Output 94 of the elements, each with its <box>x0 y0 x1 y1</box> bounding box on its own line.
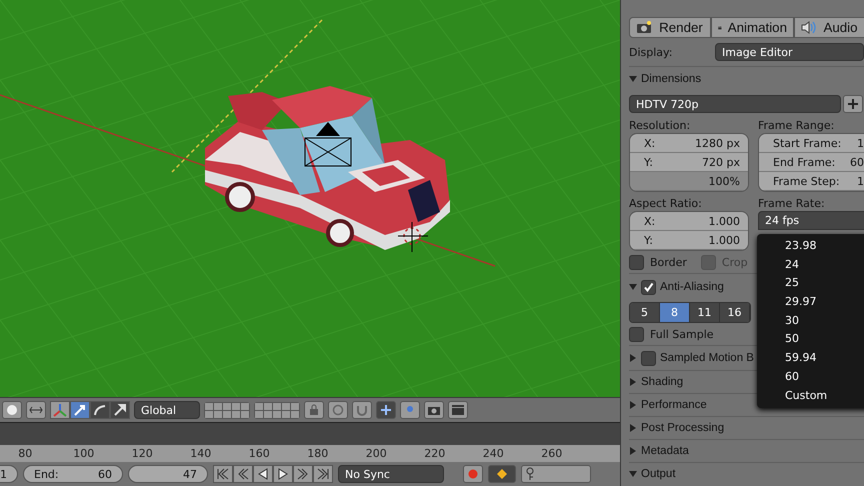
menu-item[interactable]: 25 <box>757 274 864 294</box>
frame-number: 240 <box>482 447 505 460</box>
menu-item[interactable]: Custom <box>757 386 864 406</box>
frame-number: 160 <box>248 447 271 460</box>
checkbox[interactable] <box>629 326 644 342</box>
resolution-fields[interactable]: X: 1280 px Y: 720 px 100% <box>629 133 749 192</box>
orientation-dropdown[interactable]: Global <box>134 401 200 419</box>
camera-drawing <box>304 122 352 166</box>
layer-grid[interactable] <box>254 402 300 418</box>
menu-item[interactable]: 29.97 <box>757 293 864 312</box>
arrow-icon <box>72 402 88 418</box>
arc-icon <box>92 402 108 418</box>
expanded-triangle-icon[interactable] <box>629 75 637 83</box>
previous-keyframe-icon[interactable] <box>233 465 253 483</box>
animation-button[interactable]: Animation <box>711 17 794 38</box>
sample-count-button[interactable]: 8 <box>660 303 690 322</box>
expanded-triangle-icon[interactable] <box>629 283 637 291</box>
clapperboard-icon[interactable] <box>448 401 468 419</box>
audio-button[interactable]: Audio <box>794 17 864 38</box>
plus-icon[interactable] <box>843 95 863 113</box>
section-title[interactable]: Post Processing <box>641 422 724 434</box>
menu-item[interactable]: 23.98 <box>757 237 864 256</box>
start-frame-field[interactable]: 1 <box>0 465 18 483</box>
display-dropdown[interactable]: Image Editor <box>715 43 864 61</box>
keying-set-icon[interactable] <box>521 465 591 483</box>
keyframe-icon[interactable] <box>488 465 516 483</box>
frame-number: 220 <box>423 447 446 460</box>
scale-arrow-icon <box>112 402 128 418</box>
speaker-icon <box>801 21 817 34</box>
3d-cursor-icon <box>398 222 428 252</box>
scale-widget-button[interactable] <box>110 401 130 419</box>
pivot-icon[interactable] <box>26 401 46 419</box>
end-frame-field[interactable]: End: 60 <box>23 465 123 483</box>
collapsed-triangle-icon[interactable] <box>629 378 637 386</box>
frame-number: 260 <box>540 447 564 460</box>
collapsed-triangle-icon[interactable] <box>629 354 637 362</box>
section-title[interactable]: Output <box>641 468 676 480</box>
section-title[interactable]: Performance <box>641 399 707 411</box>
section-title[interactable]: Metadata <box>641 445 689 457</box>
play-reverse-icon[interactable] <box>253 465 273 483</box>
aspect-ratio-fields[interactable]: X: 1.000 Y: 1.000 <box>629 211 749 251</box>
jump-start-icon[interactable] <box>213 465 233 483</box>
menu-item[interactable]: 24 <box>757 256 864 274</box>
expanded-triangle-icon[interactable] <box>629 470 637 478</box>
frame-rate-dropdown[interactable]: 24 fps <box>758 211 864 230</box>
rotate-widget-button[interactable] <box>90 401 110 419</box>
checkbox-label: Full Sample <box>650 328 714 340</box>
checkbox[interactable] <box>641 350 656 366</box>
menu-item[interactable]: 59.94 <box>757 349 864 368</box>
magnet-icon[interactable] <box>352 401 372 419</box>
current-frame-field[interactable]: 47 <box>128 465 208 483</box>
collapsed-triangle-icon[interactable] <box>629 424 637 432</box>
camera-icon <box>636 21 652 34</box>
next-keyframe-icon[interactable] <box>293 465 313 483</box>
sample-count-button[interactable]: 11 <box>690 303 720 322</box>
frame-range-fields[interactable]: Start Frame: 1 End Frame: 60 Frame Step: 1 <box>758 133 864 192</box>
field-label: Resolution: <box>629 119 692 133</box>
frame-number: 80 <box>17 447 34 460</box>
checkbox[interactable] <box>641 280 656 294</box>
menu-item[interactable]: 30 <box>757 312 864 330</box>
render-button[interactable]: Render <box>629 17 711 38</box>
menu-item[interactable]: 50 <box>757 330 864 350</box>
section-title[interactable]: Dimensions <box>641 73 702 85</box>
frame-number: 140 <box>189 447 212 460</box>
checkbox-label: Border <box>650 256 687 268</box>
translate-widget-button[interactable] <box>70 401 90 419</box>
field-label: Frame Range: <box>758 119 836 133</box>
sync-dropdown[interactable]: No Sync <box>338 465 444 483</box>
lock-icon[interactable] <box>304 401 324 419</box>
layer-grid[interactable] <box>204 402 250 418</box>
field-label: Frame Rate: <box>758 197 826 211</box>
preset-dropdown[interactable]: HDTV 720p <box>629 95 841 113</box>
frame-number: 180 <box>306 447 330 460</box>
frame-number: 100 <box>72 447 96 460</box>
shading-icon[interactable] <box>2 401 22 419</box>
section-title[interactable]: Anti-Aliasing <box>660 281 724 293</box>
sample-count-button[interactable]: 16 <box>720 303 750 322</box>
snap-icon[interactable] <box>376 401 396 419</box>
collapsed-triangle-icon[interactable] <box>629 401 637 409</box>
checkbox[interactable] <box>629 254 644 270</box>
field-label: Aspect Ratio: <box>629 197 703 211</box>
display-label: Display: <box>629 46 674 58</box>
camera-icon[interactable] <box>424 401 444 419</box>
record-icon[interactable] <box>463 465 483 483</box>
frame-number: 200 <box>364 447 388 460</box>
play-icon[interactable] <box>273 465 293 483</box>
section-title[interactable]: Shading <box>641 376 684 388</box>
collapsed-triangle-icon[interactable] <box>629 447 637 455</box>
frame-number: 120 <box>130 447 154 460</box>
jump-end-icon[interactable] <box>313 465 333 483</box>
snap-target-icon[interactable] <box>400 401 420 419</box>
section-title[interactable]: Sampled Motion B <box>660 352 754 364</box>
menu-item[interactable]: 60 <box>757 368 864 386</box>
sample-count-button[interactable]: 5 <box>630 303 660 322</box>
